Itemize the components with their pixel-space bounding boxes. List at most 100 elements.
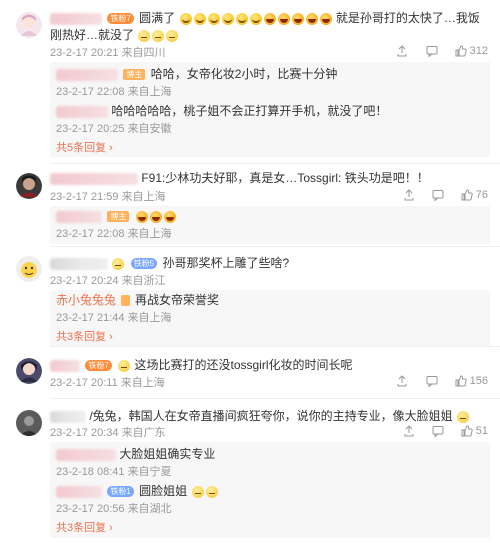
share-icon[interactable] — [403, 425, 415, 437]
location: 来自上海 — [127, 228, 172, 240]
reply-username[interactable] — [56, 485, 102, 498]
reply-username[interactable] — [56, 105, 108, 118]
reply-item: 博主 — [56, 208, 177, 224]
reply-username[interactable] — [56, 68, 118, 81]
reply-meta: 23-2-17 22:08 来自上海 — [56, 84, 172, 100]
cry-emoji-icon — [221, 12, 234, 25]
avatar[interactable] — [16, 358, 42, 384]
like-count: 51 — [475, 425, 488, 438]
comment-meta: 23-2-17 20:11 来自上海 — [50, 375, 165, 391]
share-icon[interactable] — [396, 45, 408, 57]
cry-emoji-icon — [207, 12, 220, 25]
location: 来自上海 — [127, 312, 172, 324]
timestamp: 23-2-17 20:11 — [50, 377, 118, 389]
avatar[interactable] — [16, 410, 42, 436]
replies-box: 博主 哈哈，女帝化妆2小时，比赛十分钟 23-2-17 22:08 来自上海 哈… — [50, 62, 490, 157]
laugh-emoji-icon — [291, 12, 304, 25]
timestamp: 23-2-17 22:08 — [56, 228, 125, 240]
comment-icon[interactable] — [426, 45, 438, 58]
reply-meta: 23-2-17 21:44 来自上海 — [56, 310, 172, 326]
cry-emoji-icon — [179, 12, 192, 25]
smirk-emoji-icon — [205, 485, 218, 498]
replies-box: 大脸姐姐确实专业 23-2-18 08:41 来自宁夏 铁粉1 圆脸姐姐 23-… — [50, 442, 490, 538]
more-replies-link[interactable]: 共3条回复 › — [56, 520, 113, 536]
reply-username[interactable]: 赤小兔兔兔 — [56, 293, 116, 307]
comment-meta: 23-2-17 21:59 来自上海 — [50, 189, 166, 205]
comment-actions: 51 — [389, 425, 488, 438]
username[interactable] — [50, 12, 102, 25]
username[interactable] — [50, 359, 80, 372]
share-icon[interactable] — [396, 375, 408, 387]
replies-box: 博主 23-2-17 22:08 来自上海 — [50, 206, 490, 244]
comment-icon[interactable] — [432, 425, 444, 438]
comment-text: 圆满了 — [139, 11, 176, 25]
username[interactable] — [50, 257, 108, 270]
more-replies-label: 共5条回复 — [56, 142, 107, 154]
comment-text: 孙哥那奖杯上雕了些啥? — [162, 256, 290, 270]
comment-icon[interactable] — [426, 375, 438, 388]
comment-header: F91:少林功夫好耶，真是女…Tossgirl: 铁头功是吧！！ — [50, 170, 429, 186]
like-count: 156 — [469, 375, 488, 388]
like-icon — [455, 375, 467, 387]
timestamp: 23-2-17 20:25 — [56, 123, 125, 135]
timestamp: 23-2-17 20:21 — [50, 47, 119, 59]
comment-actions: 312 — [382, 45, 488, 58]
divider — [50, 246, 500, 247]
author-badge: 博主 — [123, 69, 146, 81]
comment-meta: 23-2-17 20:21 来自四川 — [50, 45, 166, 61]
laugh-emoji-icon — [163, 210, 176, 223]
comment-icon[interactable] — [432, 189, 444, 202]
location: 来自上海 — [127, 86, 172, 98]
comment-item: 铁粉7 这场比赛打的还没tossgirl化妆的时间长呢 23-2-17 20:1… — [0, 350, 500, 398]
timestamp: 23-2-18 08:41 — [56, 466, 125, 478]
comment-header: 铁粉5 孙哥那奖杯上雕了些啥? — [50, 255, 289, 271]
smirk-emoji-icon — [457, 410, 470, 423]
location: 来自湖北 — [127, 503, 172, 515]
comment-text-line2: 刚热好…就没了 — [50, 27, 179, 43]
comment-meta: 23-2-17 20:24 来自浙江 — [50, 273, 166, 289]
fan-badge: 铁粉7 — [107, 13, 134, 25]
username[interactable] — [50, 410, 86, 423]
username[interactable] — [50, 172, 138, 185]
reply-username[interactable] — [56, 448, 116, 461]
fan-badge: 铁粉7 — [85, 360, 112, 372]
cry-emoji-icon — [235, 12, 248, 25]
more-replies-link[interactable]: 共3条回复 › — [56, 329, 113, 345]
reply-text: 哈哈，女帝化妆2小时，比赛十分钟 — [150, 67, 338, 81]
reply-text: 大脸姐姐确实专业 — [119, 447, 216, 461]
comment-header: 铁粉7 圆满了 就是孙哥打的太快了…我饭 — [50, 10, 480, 26]
reply-text: 哈哈哈哈哈，桃子姐不会正打算开手机，就没了吧！ — [111, 104, 388, 118]
reply-item: 哈哈哈哈哈，桃子姐不会正打算开手机，就没了吧！ — [56, 103, 387, 119]
laugh-emoji-icon — [319, 12, 332, 25]
laugh-emoji-icon — [135, 210, 148, 223]
comment-item: 铁粉5 孙哥那奖杯上雕了些啥? 23-2-17 20:24 来自浙江 赤小兔兔兔… — [0, 248, 500, 346]
like-button[interactable]: 156 — [455, 375, 488, 387]
smirk-emoji-icon — [191, 485, 204, 498]
comment-header: 铁粉7 这场比赛打的还没tossgirl化妆的时间长呢 — [50, 357, 353, 373]
like-button[interactable]: 51 — [461, 425, 488, 437]
avatar[interactable] — [16, 12, 42, 38]
comment-text-cont2: 刚热好…就没了 — [50, 28, 135, 42]
timestamp: 23-2-17 20:24 — [50, 275, 119, 287]
reply-item: 铁粉1 圆脸姐姐 — [56, 483, 219, 499]
share-icon[interactable] — [403, 189, 415, 201]
more-replies-link[interactable]: 共5条回复 › — [56, 140, 113, 156]
like-button[interactable]: 76 — [461, 189, 488, 201]
comment-text: 这场比赛打的还没tossgirl化妆的时间长呢 — [134, 358, 353, 372]
reply-username[interactable] — [56, 210, 102, 223]
emoji-row — [179, 11, 336, 25]
comment-meta: 23-2-17 20:34 来自广东 — [50, 425, 166, 441]
laugh-emoji-icon — [277, 12, 290, 25]
location: 来自宁夏 — [127, 466, 172, 478]
fan-badge: 铁粉1 — [107, 486, 134, 498]
comment-header: /兔兔，韩国人在女帝直播间疯狂夸你，说你的主持专业，像大脸姐姐 — [50, 408, 470, 424]
avatar[interactable] — [16, 256, 42, 282]
divider — [50, 398, 500, 399]
comment-text-cont: 就是孙哥打的太快了…我饭 — [335, 11, 480, 25]
location: 来自四川 — [121, 47, 166, 59]
avatar[interactable] — [16, 173, 42, 199]
location: 来自安徽 — [127, 123, 172, 135]
like-icon — [461, 189, 473, 201]
like-count: 76 — [475, 189, 488, 202]
like-button[interactable]: 312 — [455, 45, 488, 57]
